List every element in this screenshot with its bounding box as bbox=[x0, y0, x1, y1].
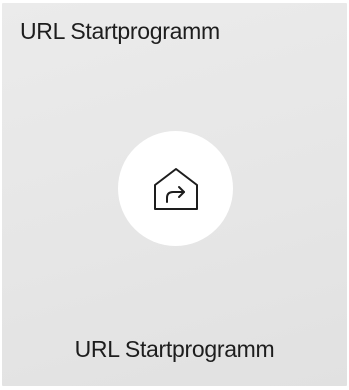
tile-label: URL Startprogramm bbox=[74, 336, 275, 362]
icon-circle bbox=[118, 131, 233, 246]
tile-title: URL Startprogramm bbox=[20, 18, 220, 44]
url-launcher-tile[interactable]: URL Startprogramm URL Startprogramm bbox=[2, 3, 347, 386]
home-share-icon bbox=[153, 167, 198, 210]
